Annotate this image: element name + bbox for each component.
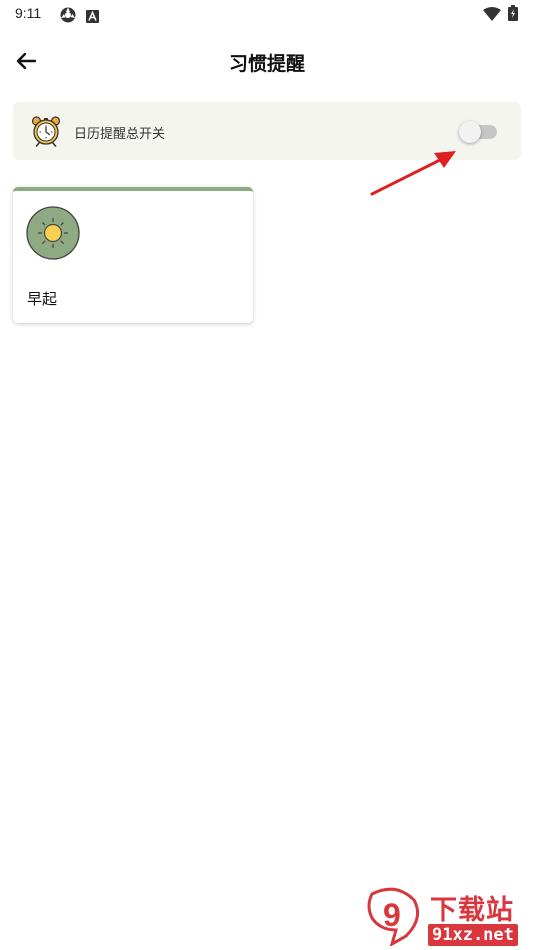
wifi-icon [483,6,501,25]
sun-icon [26,206,80,260]
status-bar: 9:11 [0,0,534,28]
master-switch-toggle[interactable] [459,121,499,143]
sync-icon [59,6,77,28]
site-watermark: 9 下载站 91xz.net [362,884,532,948]
battery-icon [508,5,518,25]
app-header: 习惯提醒 [0,36,534,86]
svg-text:9: 9 [383,897,401,933]
toggle-thumb [459,121,481,143]
habit-card-early-rise[interactable]: 早起 [13,187,253,323]
watermark-logo-icon: 9 [362,886,426,948]
status-time: 9:11 [15,5,42,21]
habit-name: 早起 [27,290,58,308]
notification-app-icon [86,8,99,27]
annotation-arrow-icon [366,144,466,200]
page-title: 习惯提醒 [228,53,305,75]
alarm-clock-icon [31,115,61,147]
watermark-title: 下载站 [430,895,514,926]
master-switch-label: 日历提醒总开关 [74,127,166,142]
watermark-site: 91xz.net [428,924,518,946]
